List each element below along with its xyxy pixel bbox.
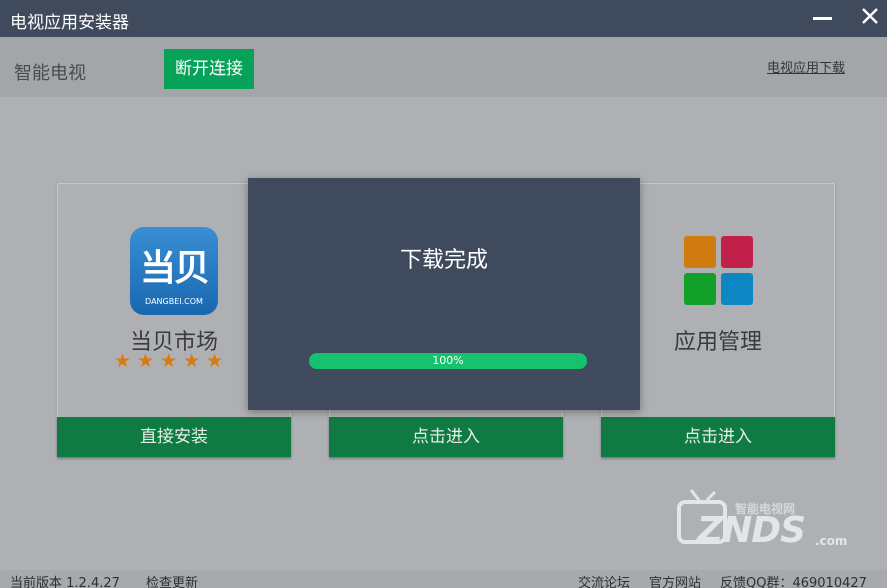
toolbar: 智能电视 断开连接 电视应用下载	[0, 37, 887, 97]
download-dialog: 下载完成 100%	[248, 178, 640, 410]
title-bar: 电视应用安装器	[0, 0, 887, 37]
rating-stars: ★★★★★	[114, 350, 230, 372]
progress-bar: 100%	[309, 353, 587, 369]
check-update-link[interactable]: 检查更新	[146, 572, 198, 588]
minimize-button[interactable]	[808, 4, 838, 32]
qq-group-text: 反馈QQ群：469010427	[720, 576, 867, 588]
dangbei-logo: 当贝 DANGBEI.COM	[130, 227, 218, 315]
app-grid-icon	[684, 236, 753, 305]
znds-watermark: 智能电视网 ZNDS .com	[675, 488, 848, 554]
close-icon	[862, 8, 878, 24]
dialog-title: 下载完成	[399, 248, 488, 273]
app-tile	[721, 236, 753, 268]
app-tile	[721, 273, 753, 305]
status-bar: 当前版本 1.2.4.27 检查更新 交流论坛 官方网站 反馈QQ群：46901…	[0, 570, 887, 588]
tv-app-download-link[interactable]: 电视应用下载	[767, 57, 845, 76]
watermark-suffix: .com	[815, 534, 848, 548]
progress-text: 100%	[432, 354, 464, 367]
close-button[interactable]	[854, 3, 884, 31]
app-tile	[684, 273, 716, 305]
install-directly-button[interactable]: 直接安装	[57, 417, 291, 457]
forum-link[interactable]: 交流论坛	[578, 572, 630, 588]
enter-button[interactable]: 点击进入	[329, 417, 563, 457]
enter-button[interactable]: 点击进入	[601, 417, 835, 457]
app-tile	[684, 236, 716, 268]
watermark-en: ZNDS	[697, 510, 806, 551]
website-link[interactable]: 官方网站	[649, 572, 701, 588]
disconnect-button[interactable]: 断开连接	[164, 49, 254, 89]
device-name: 智能电视	[14, 63, 86, 84]
window-title: 电视应用安装器	[10, 13, 129, 33]
version-text: 当前版本 1.2.4.27	[10, 576, 120, 588]
